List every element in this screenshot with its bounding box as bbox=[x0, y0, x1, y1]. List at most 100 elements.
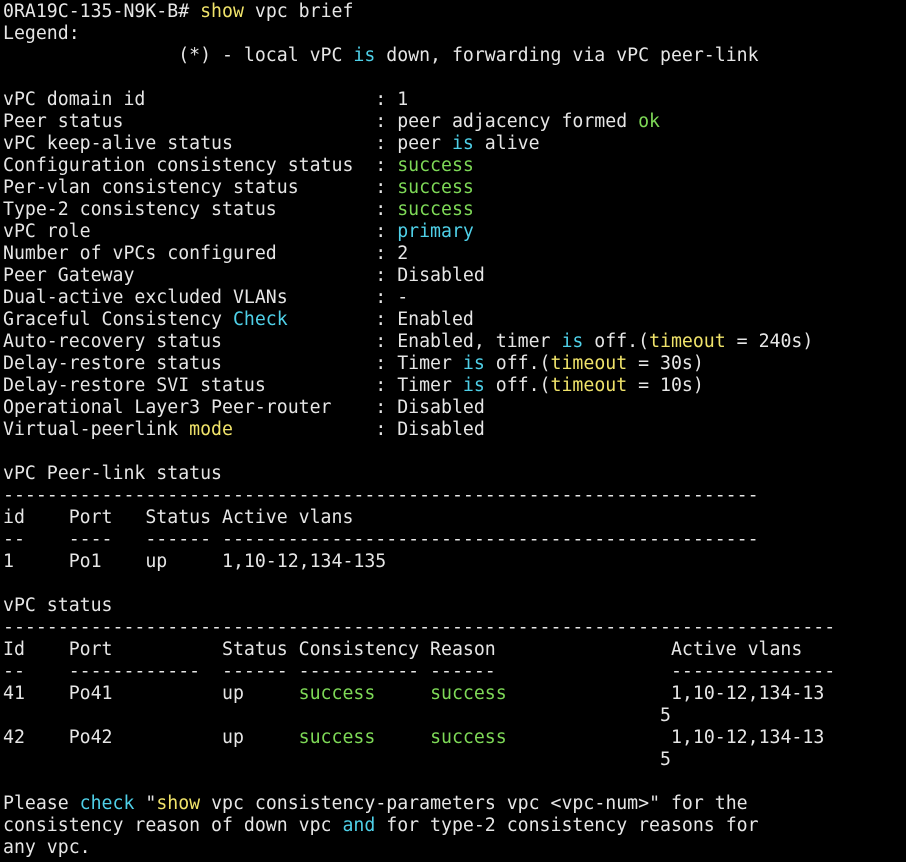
terminal-text-segment: Delay-restore status : Timer bbox=[3, 353, 463, 374]
terminal-text-segment: vpc consistency-parameters vpc <vpc-num>… bbox=[200, 793, 748, 814]
terminal-text-segment: : Enabled bbox=[287, 309, 474, 330]
terminal-text-segment: Legend: bbox=[3, 23, 80, 44]
terminal-line: -- ---- ------ -------------------------… bbox=[3, 529, 906, 551]
terminal-text-segment: Virtual-peerlink bbox=[3, 419, 190, 440]
terminal-line: ----------------------------------------… bbox=[3, 617, 906, 639]
terminal-line: any vpc. bbox=[3, 837, 906, 859]
terminal-text-segment: timeout bbox=[649, 331, 726, 352]
terminal-text-segment: success bbox=[298, 683, 376, 704]
terminal-line: Id Port Status Consistency Reason Active… bbox=[3, 639, 906, 661]
terminal-text-segment: off.( bbox=[583, 331, 650, 352]
terminal-text-segment: ----------------------------------------… bbox=[3, 617, 836, 638]
terminal-line: Peer Gateway : Disabled bbox=[3, 265, 906, 287]
terminal-text-segment: Operational Layer3 Peer-router : Disable… bbox=[3, 397, 485, 418]
terminal-line: 0RA19C-135-N9K-B# show vpc brief bbox=[3, 1, 906, 23]
terminal-text-segment: vPC Peer-link status bbox=[3, 463, 222, 484]
terminal-text-segment: -- ---- ------ -------------------------… bbox=[3, 529, 759, 550]
terminal-text-segment: is bbox=[561, 331, 584, 352]
terminal-text-segment: mode bbox=[189, 419, 233, 440]
terminal-text-segment: vPC keep-alive status : peer bbox=[3, 133, 452, 154]
terminal-line: Auto-recovery status : Enabled, timer is… bbox=[3, 331, 906, 353]
terminal-text-segment: success bbox=[397, 155, 474, 176]
terminal-line: vPC domain id : 1 bbox=[3, 89, 906, 111]
terminal-text-segment: and bbox=[342, 815, 376, 836]
terminal-text-segment: Peer status : peer adjacency formed bbox=[3, 111, 639, 132]
terminal-line: id Port Status Active vlans bbox=[3, 507, 906, 529]
terminal-text-segment: 1,10-12,134-13 bbox=[506, 727, 825, 748]
terminal-text-segment: = 30s) bbox=[627, 353, 704, 374]
terminal-text-segment: 41 Po41 up bbox=[3, 683, 299, 704]
terminal-line: Delay-restore SVI status : Timer is off.… bbox=[3, 375, 906, 397]
terminal-text-segment: Per-vlan consistency status : bbox=[3, 177, 398, 198]
terminal-line: vPC status bbox=[3, 595, 906, 617]
terminal-line: vPC keep-alive status : peer is alive bbox=[3, 133, 906, 155]
terminal-text-segment: id Port Status Active vlans bbox=[3, 507, 354, 528]
terminal-text-segment: down, forwarding via vPC peer-link bbox=[375, 45, 759, 66]
terminal-text-segment: is bbox=[462, 375, 485, 396]
terminal-text-segment: Type-2 consistency status : bbox=[3, 199, 398, 220]
terminal-text-segment: Check bbox=[232, 309, 288, 330]
terminal-text-segment: Dual-active excluded VLANs : - bbox=[3, 287, 409, 308]
terminal-line: Virtual-peerlink mode : Disabled bbox=[3, 419, 906, 441]
terminal-text-segment: " bbox=[134, 793, 157, 814]
terminal-text-segment: check bbox=[79, 793, 135, 814]
terminal-line: vPC role : primary bbox=[3, 221, 906, 243]
terminal-text-segment: off.( bbox=[484, 353, 551, 374]
terminal-text-segment: 5 bbox=[3, 705, 671, 726]
terminal-text-segment: 0RA19C-135-N9K-B# bbox=[3, 1, 201, 22]
terminal-line: Per-vlan consistency status : success bbox=[3, 177, 906, 199]
terminal-text-segment: 42 Po42 up bbox=[3, 727, 299, 748]
terminal-line: -- ------------ ------ ----------- -----… bbox=[3, 661, 906, 683]
terminal-line: 41 Po41 up success success 1,10-12,134-1… bbox=[3, 683, 906, 705]
terminal-text-segment: ----------------------------------------… bbox=[3, 485, 759, 506]
terminal-line: Type-2 consistency status : success bbox=[3, 199, 906, 221]
terminal-text-segment: = 10s) bbox=[627, 375, 704, 396]
terminal-text-segment: alive bbox=[473, 133, 540, 154]
terminal-line: Graceful Consistency Check : Enabled bbox=[3, 309, 906, 331]
terminal-text-segment: success bbox=[397, 199, 474, 220]
terminal-line: 5 bbox=[3, 749, 906, 771]
terminal-text-segment: success bbox=[430, 727, 507, 748]
terminal-text-segment: show bbox=[200, 1, 244, 22]
terminal-text-segment: Peer Gateway : Disabled bbox=[3, 265, 485, 286]
terminal-line: 5 bbox=[3, 705, 906, 727]
terminal-text-segment: Please bbox=[3, 793, 80, 814]
terminal-line: ----------------------------------------… bbox=[3, 485, 906, 507]
terminal-text-segment: 5 bbox=[3, 749, 671, 770]
terminal-text-segment: any vpc. bbox=[3, 837, 91, 858]
terminal-text-segment: 1 Po1 up 1,10-12,134-135 bbox=[3, 551, 387, 572]
terminal-line: vPC Peer-link status bbox=[3, 463, 906, 485]
terminal-text-segment: Id Port Status Consistency Reason Active… bbox=[3, 639, 803, 660]
terminal-text-segment: timeout bbox=[550, 353, 628, 374]
terminal-text-segment: ok bbox=[638, 111, 660, 132]
terminal-text-segment: Graceful Consistency bbox=[3, 309, 233, 330]
terminal-line: Legend: bbox=[3, 23, 906, 45]
terminal-line: consistency reason of down vpc and for t… bbox=[3, 815, 906, 837]
terminal-line: Configuration consistency status : succe… bbox=[3, 155, 906, 177]
terminal-text-segment: : Disabled bbox=[232, 419, 485, 440]
terminal-text-segment: = 240s) bbox=[725, 331, 814, 352]
terminal-text-segment: Configuration consistency status : bbox=[3, 155, 398, 176]
terminal-text-segment: success bbox=[430, 683, 507, 704]
terminal-output[interactable]: 0RA19C-135-N9K-B# show vpc brief Legend: … bbox=[0, 0, 906, 862]
terminal-text-segment: Number of vPCs configured : 2 bbox=[3, 243, 409, 264]
terminal-line: Please check "show vpc consistency-param… bbox=[3, 793, 906, 815]
terminal-text-segment: primary bbox=[397, 221, 474, 242]
terminal-line: Operational Layer3 Peer-router : Disable… bbox=[3, 397, 906, 419]
terminal-text-segment: Auto-recovery status : Enabled, timer bbox=[3, 331, 562, 352]
terminal-text-segment: vPC domain id : 1 bbox=[3, 89, 409, 110]
terminal-text-segment: 1,10-12,134-13 bbox=[506, 683, 825, 704]
terminal-text-segment: vpc brief bbox=[243, 1, 354, 22]
terminal-text-segment: Delay-restore SVI status : Timer bbox=[3, 375, 463, 396]
terminal-text-segment: vPC role : bbox=[3, 221, 398, 242]
terminal-line: Dual-active excluded VLANs : - bbox=[3, 287, 906, 309]
terminal-text-segment: timeout bbox=[550, 375, 628, 396]
terminal-text-segment: is bbox=[353, 45, 376, 66]
terminal-text-segment: (*) - local vPC bbox=[3, 45, 354, 66]
terminal-text-segment: success bbox=[397, 177, 474, 198]
terminal-text-segment: show bbox=[156, 793, 201, 814]
